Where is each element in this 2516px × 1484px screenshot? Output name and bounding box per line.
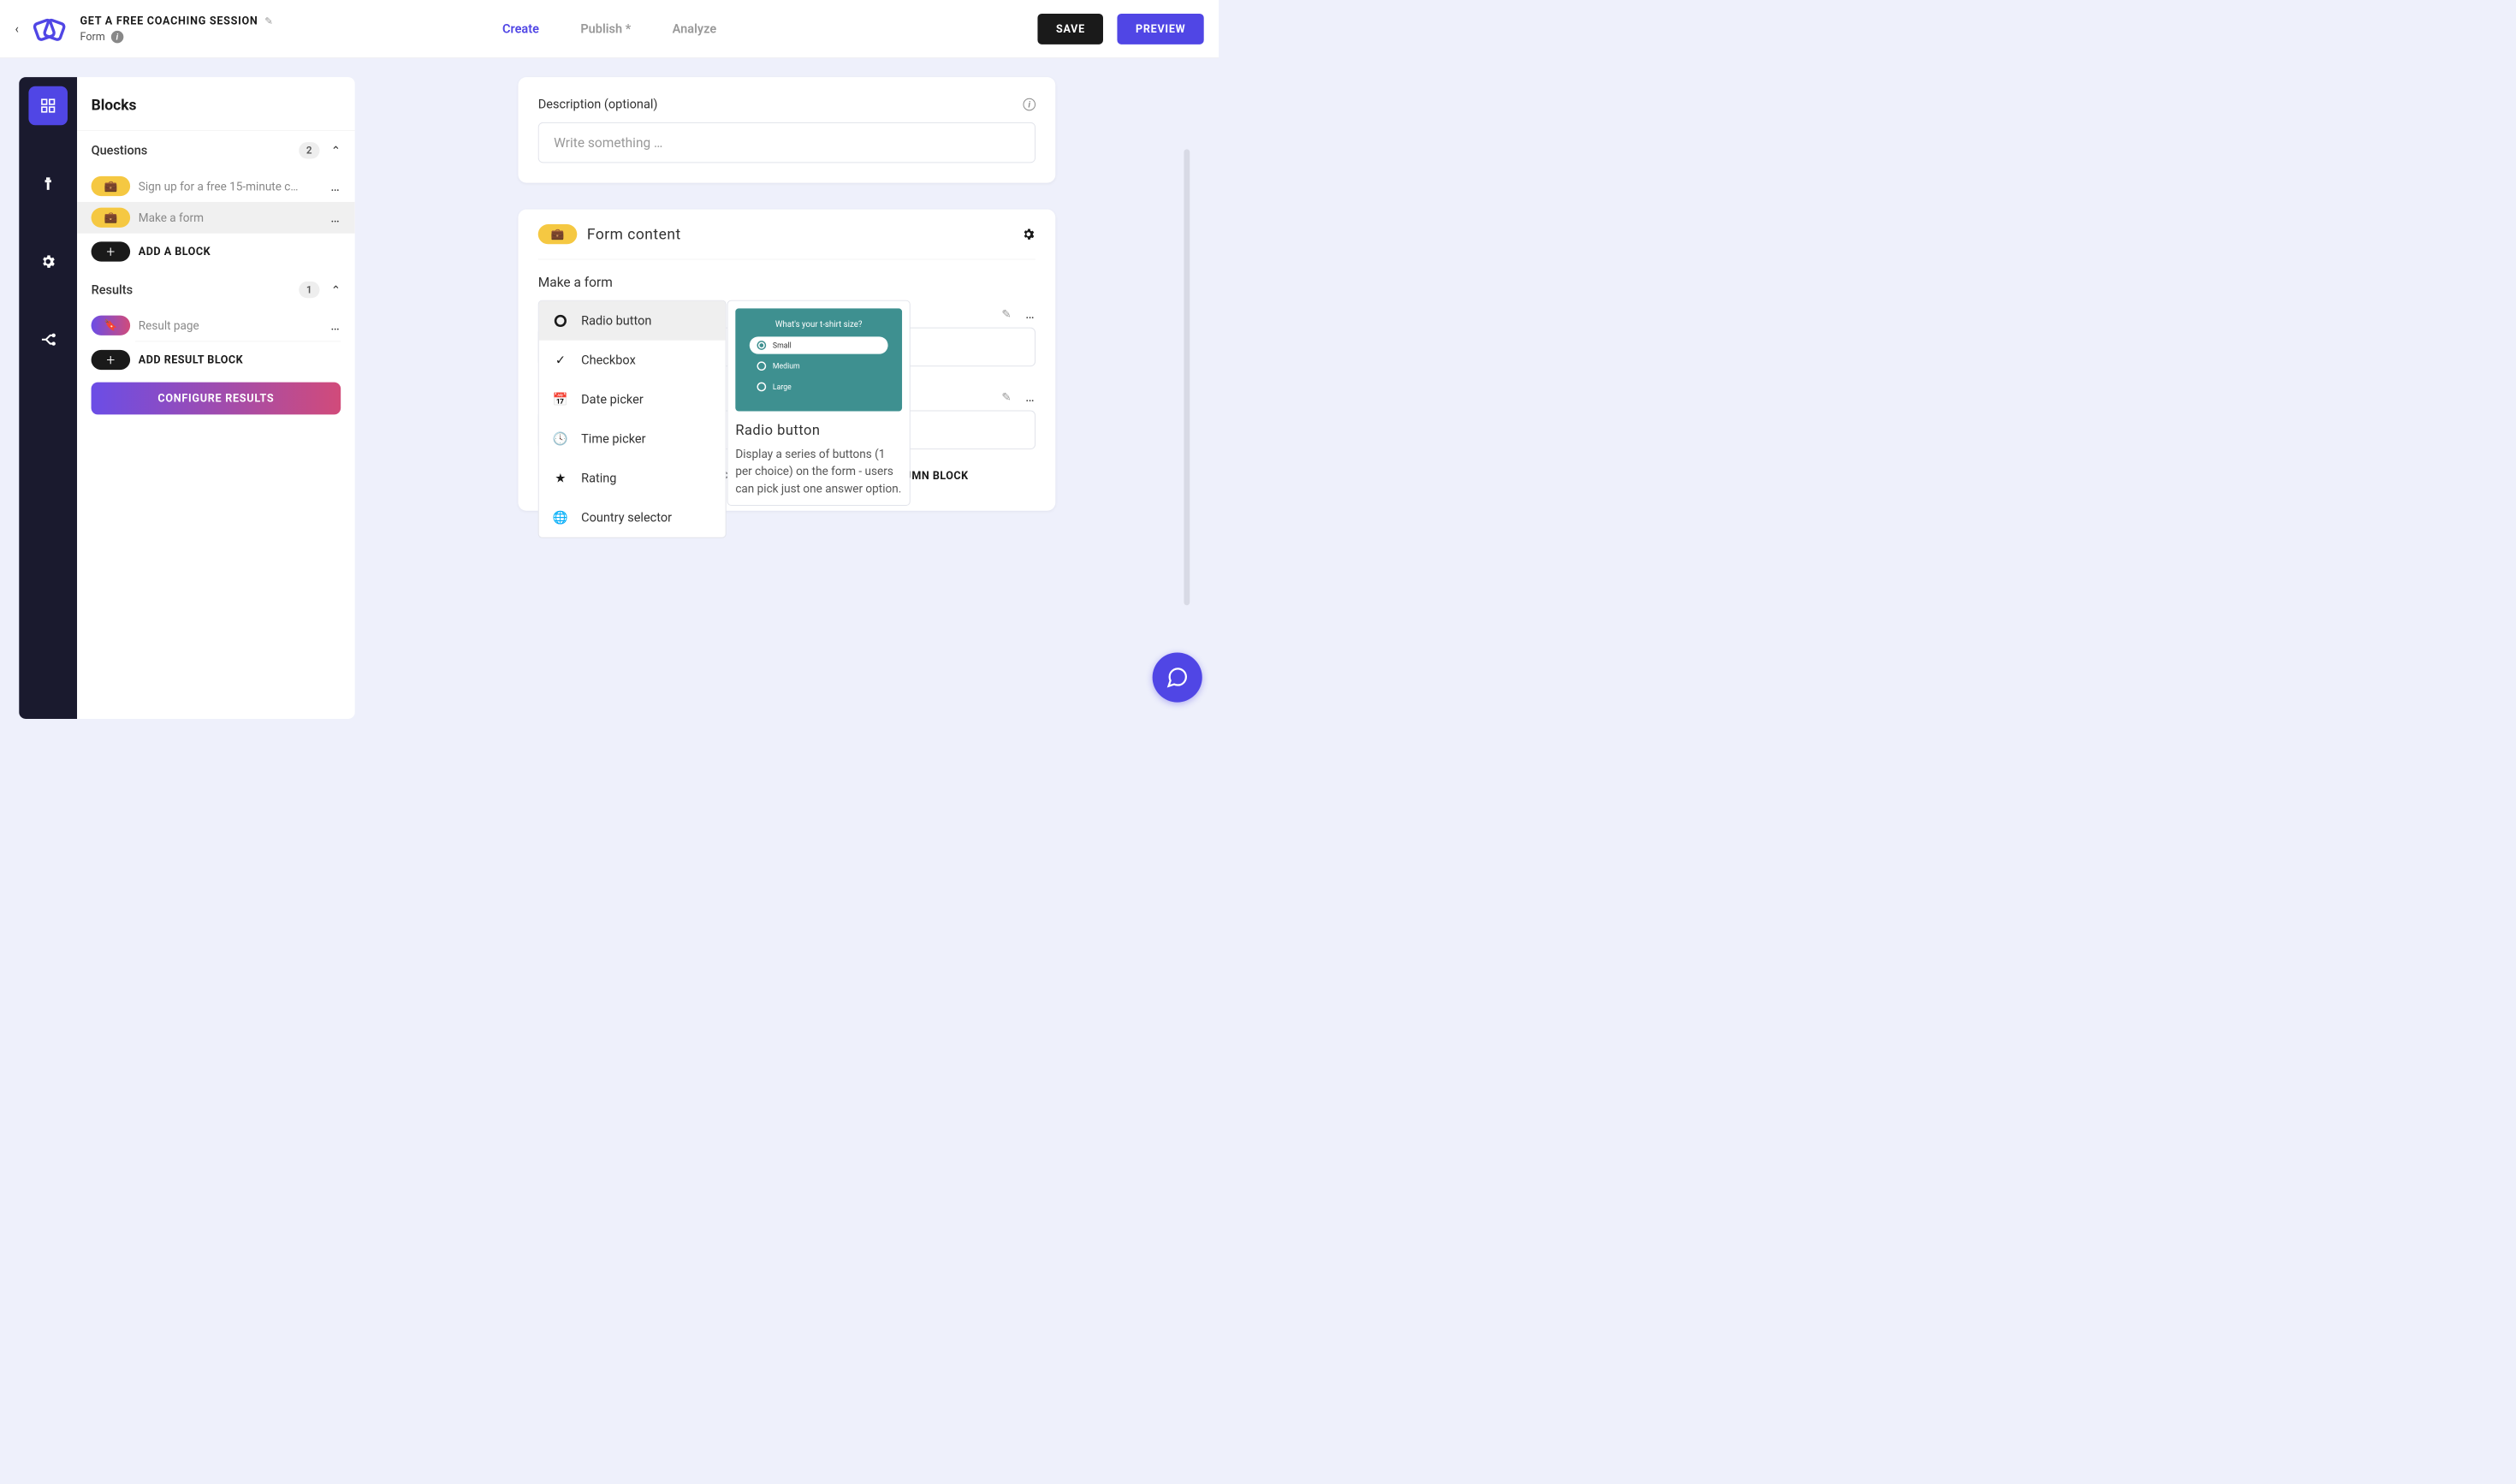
menu-label: Country selector bbox=[581, 510, 672, 525]
menu-label: Radio button bbox=[581, 313, 651, 328]
results-section-head[interactable]: Results 1 ⌃ bbox=[77, 270, 355, 310]
radio-icon bbox=[757, 361, 767, 371]
preview-label: Small bbox=[773, 341, 792, 349]
preview-button[interactable]: PREVIEW bbox=[1118, 14, 1204, 45]
more-icon[interactable]: … bbox=[1025, 389, 1035, 404]
tooltip-preview: What's your t-shirt size? Small Medium L… bbox=[735, 308, 902, 411]
plus-icon: + bbox=[92, 241, 131, 261]
description-input[interactable]: Write something … bbox=[538, 122, 1035, 163]
description-card: Description (optional) i Write something… bbox=[519, 77, 1056, 183]
preview-option-small: Small bbox=[750, 336, 888, 353]
add-result-label: ADD RESULT BLOCK bbox=[139, 353, 243, 366]
save-button[interactable]: SAVE bbox=[1038, 14, 1104, 45]
form-subtitle: Make a form bbox=[538, 259, 1035, 300]
chat-fab[interactable] bbox=[1153, 652, 1202, 702]
menu-item-date[interactable]: 📅 Date picker bbox=[539, 380, 726, 419]
tooltip-title: Radio button bbox=[735, 422, 902, 438]
more-icon[interactable]: … bbox=[1025, 306, 1035, 321]
more-icon[interactable]: … bbox=[330, 178, 341, 193]
preview-label: Large bbox=[773, 383, 792, 391]
header-nav: Create Publish * Analyze bbox=[502, 21, 716, 36]
header-actions: SAVE PREVIEW bbox=[1038, 14, 1204, 45]
radio-icon bbox=[757, 383, 767, 392]
nav-create[interactable]: Create bbox=[502, 21, 539, 36]
radio-icon bbox=[553, 314, 567, 328]
preview-option-medium: Medium bbox=[750, 358, 888, 375]
questions-count: 2 bbox=[299, 142, 319, 158]
edit-icon[interactable]: ✎ bbox=[1001, 390, 1011, 404]
star-icon: ★ bbox=[553, 471, 567, 485]
questions-label: Questions bbox=[92, 143, 148, 157]
info-icon[interactable]: i bbox=[111, 31, 124, 44]
app-logo[interactable] bbox=[28, 12, 69, 45]
block-label: Sign up for a free 15-minute c… bbox=[139, 180, 323, 193]
globe-icon: 🌐 bbox=[553, 510, 567, 525]
menu-item-checkbox[interactable]: ✓ Checkbox bbox=[539, 341, 726, 380]
plus-icon: + bbox=[92, 350, 131, 370]
menu-label: Rating bbox=[581, 471, 616, 485]
preview-title: What's your t-shirt size? bbox=[750, 319, 888, 329]
sidebar-title: Blocks bbox=[77, 77, 355, 130]
calendar-icon: 📅 bbox=[553, 392, 567, 407]
canvas: Description (optional) i Write something… bbox=[355, 77, 1219, 719]
preview-option-large: Large bbox=[750, 378, 888, 395]
menu-label: Date picker bbox=[581, 392, 644, 407]
field-type-tooltip: What's your t-shirt size? Small Medium L… bbox=[727, 300, 911, 506]
form-content-title: Form content bbox=[587, 226, 681, 243]
rail-logic[interactable] bbox=[28, 320, 68, 359]
block-item-result[interactable]: 🔖 Result page … bbox=[77, 310, 355, 341]
results-label: Results bbox=[92, 282, 134, 297]
nav-analyze[interactable]: Analyze bbox=[673, 21, 716, 36]
form-block-icon: 💼 bbox=[538, 224, 578, 244]
chevron-up-icon: ⌃ bbox=[331, 283, 341, 297]
project-title: GET A FREE COACHING SESSION bbox=[80, 15, 258, 27]
configure-results-button[interactable]: CONFIGURE RESULTS bbox=[92, 383, 341, 415]
block-item-q2[interactable]: 💼 Make a form … bbox=[77, 202, 355, 234]
rail-settings[interactable] bbox=[28, 242, 68, 282]
block-label: Result page bbox=[139, 318, 323, 332]
app-header: ‹ GET A FREE COACHING SESSION ✎ Form i C… bbox=[0, 0, 1219, 58]
result-block-icon: 🔖 bbox=[92, 316, 131, 335]
scrollbar[interactable] bbox=[1184, 149, 1190, 605]
radio-icon bbox=[757, 341, 767, 350]
form-block-icon: 💼 bbox=[92, 208, 131, 228]
edit-title-icon[interactable]: ✎ bbox=[264, 15, 273, 27]
questions-section-head[interactable]: Questions 2 ⌃ bbox=[77, 131, 355, 171]
blocks-sidebar: Blocks Questions 2 ⌃ 💼 Sign up for a fre… bbox=[77, 77, 355, 719]
preview-label: Medium bbox=[773, 362, 800, 371]
menu-label: Checkbox bbox=[581, 353, 636, 367]
add-block-button[interactable]: + ADD A BLOCK bbox=[92, 241, 341, 261]
rail-blocks[interactable] bbox=[28, 86, 68, 126]
add-result-block-button[interactable]: + ADD RESULT BLOCK bbox=[92, 350, 341, 370]
tooltip-description: Display a series of buttons (1 per choic… bbox=[735, 445, 902, 497]
chevron-up-icon: ⌃ bbox=[331, 144, 341, 157]
form-content-card: 💼 Form content Make a form ✎ … ✎ bbox=[519, 210, 1056, 511]
menu-item-country[interactable]: 🌐 Country selector bbox=[539, 498, 726, 537]
field-type-dropdown: Radio button ✓ Checkbox 📅 Date picker 🕓 bbox=[538, 300, 727, 538]
clock-icon: 🕓 bbox=[553, 431, 567, 446]
title-block: GET A FREE COACHING SESSION ✎ Form i bbox=[80, 15, 273, 43]
form-block-icon: 💼 bbox=[92, 176, 131, 196]
description-label: Description (optional) bbox=[538, 97, 658, 111]
results-count: 1 bbox=[299, 282, 319, 298]
menu-label: Time picker bbox=[581, 431, 645, 446]
check-icon: ✓ bbox=[553, 353, 567, 367]
project-type: Form bbox=[80, 31, 104, 44]
left-rail bbox=[19, 77, 77, 719]
gear-icon[interactable] bbox=[1022, 227, 1035, 240]
nav-publish[interactable]: Publish * bbox=[580, 21, 631, 36]
block-item-q1[interactable]: 💼 Sign up for a free 15-minute c… … bbox=[77, 170, 355, 202]
header-left: ‹ GET A FREE COACHING SESSION ✎ Form i bbox=[15, 12, 273, 45]
rail-design[interactable] bbox=[28, 164, 68, 204]
menu-item-time[interactable]: 🕓 Time picker bbox=[539, 419, 726, 459]
add-block-label: ADD A BLOCK bbox=[139, 246, 211, 258]
back-arrow-icon[interactable]: ‹ bbox=[15, 21, 18, 36]
more-icon[interactable]: … bbox=[330, 210, 341, 225]
edit-icon[interactable]: ✎ bbox=[1001, 307, 1011, 321]
menu-item-rating[interactable]: ★ Rating bbox=[539, 459, 726, 498]
block-label: Make a form bbox=[139, 211, 323, 224]
more-icon[interactable]: … bbox=[330, 318, 341, 333]
info-icon[interactable]: i bbox=[1023, 98, 1035, 111]
menu-item-radio[interactable]: Radio button bbox=[539, 301, 726, 341]
